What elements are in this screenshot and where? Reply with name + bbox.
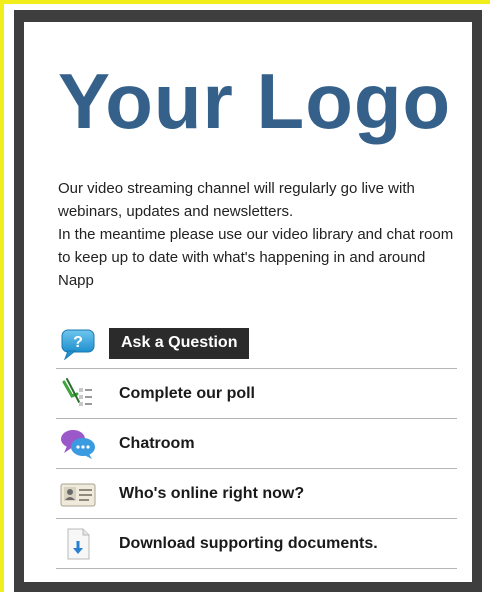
menu-item-chatroom[interactable]: Chatroom (56, 419, 457, 469)
widget-frame: Your Logo Our video streaming channel wi… (14, 10, 482, 592)
action-menu: ? Ask a Question Complete our poll Chatr… (56, 319, 457, 569)
menu-item-download-documents[interactable]: Download supporting documents. (56, 519, 457, 569)
menu-item-label: Who's online right now? (119, 484, 305, 502)
menu-item-label: Complete our poll (119, 384, 255, 402)
intro-paragraph-1: Our video streaming channel will regular… (58, 180, 415, 220)
widget-panel: Your Logo Our video streaming channel wi… (24, 22, 472, 582)
people-card-icon (58, 477, 98, 511)
document-download-icon (58, 527, 98, 561)
menu-item-complete-poll[interactable]: Complete our poll (56, 369, 457, 419)
svg-text:?: ? (73, 334, 83, 351)
menu-item-ask-question[interactable]: ? Ask a Question (56, 319, 457, 369)
poll-checklist-icon (58, 377, 98, 411)
chat-bubbles-icon (58, 427, 98, 461)
menu-item-label: Chatroom (119, 434, 195, 452)
intro-paragraph-2: In the meantime please use our video lib… (58, 226, 454, 289)
intro-text: Our video streaming channel will regular… (58, 177, 458, 292)
menu-item-whos-online[interactable]: Who's online right now? (56, 469, 457, 519)
menu-item-label: Ask a Question (109, 328, 250, 359)
logo-text: Your Logo (58, 57, 452, 145)
menu-item-label: Download supporting documents. (119, 534, 378, 552)
question-bubble-icon: ? (58, 327, 98, 361)
